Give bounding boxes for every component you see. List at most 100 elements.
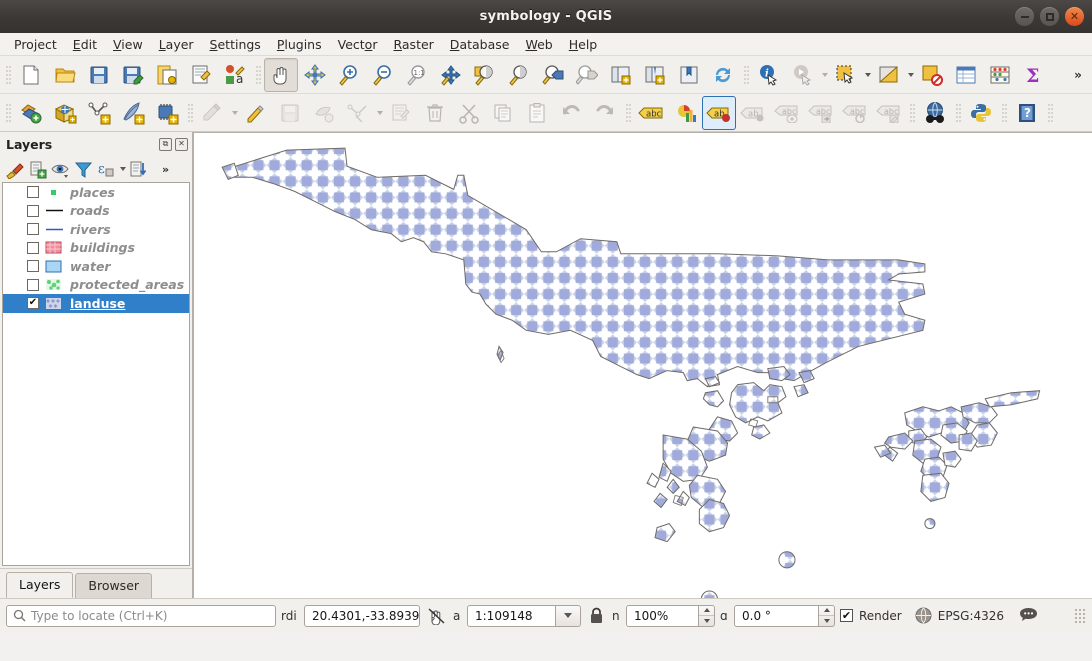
coordinate-field[interactable]: 20.4301,-33.8939: [304, 605, 420, 627]
scale-combo[interactable]: 1:109148: [467, 605, 581, 627]
new-geopackage-layer-button[interactable]: [48, 96, 82, 130]
layer-checkbox[interactable]: [27, 260, 39, 272]
open-project-button[interactable]: [48, 58, 82, 92]
field-calculator-button[interactable]: [983, 58, 1017, 92]
map-canvas-container[interactable]: [193, 132, 1092, 598]
pin-labels-button[interactable]: ab: [702, 96, 736, 130]
lock-icon[interactable]: [586, 607, 607, 624]
save-layer-edits-button[interactable]: [273, 96, 307, 130]
layer-item-roads[interactable]: roads: [3, 202, 189, 221]
cut-features-button[interactable]: [452, 96, 486, 130]
modify-attributes-button[interactable]: [384, 96, 418, 130]
copy-features-button[interactable]: [486, 96, 520, 130]
crs-status[interactable]: EPSG:4326: [915, 607, 1004, 624]
delete-selected-button[interactable]: [418, 96, 452, 130]
layer-item-rivers[interactable]: rivers: [3, 220, 189, 239]
add-vector-layer-button[interactable]: [14, 96, 48, 130]
tab-browser[interactable]: Browser: [75, 573, 152, 598]
new-project-button[interactable]: [14, 58, 48, 92]
new-3d-map-view-button[interactable]: [638, 58, 672, 92]
menu-vector[interactable]: Vector: [330, 35, 386, 54]
layer-tree[interactable]: places roads rivers buildi: [2, 182, 190, 566]
layer-checkbox[interactable]: [27, 205, 39, 217]
zoom-next-button[interactable]: [570, 58, 604, 92]
layers-panel-overflow-button[interactable]: »: [154, 158, 177, 180]
layout-manager-button[interactable]: [184, 58, 218, 92]
layer-diagram-button[interactable]: [668, 96, 702, 130]
magnifier-decrease[interactable]: [699, 615, 714, 626]
layer-item-water[interactable]: water: [3, 257, 189, 276]
identify-features-button[interactable]: i: [752, 58, 786, 92]
style-manager-button[interactable]: a: [218, 58, 252, 92]
coordinate-capture-icon[interactable]: [425, 607, 448, 625]
menu-layer[interactable]: Layer: [151, 35, 202, 54]
resize-grip[interactable]: [1074, 608, 1086, 624]
layer-item-buildings[interactable]: buildings: [3, 239, 189, 258]
rotation-spinner[interactable]: 0.0 °: [734, 605, 835, 627]
toggle-editing-button[interactable]: [239, 96, 273, 130]
new-shapefile-layer-button[interactable]: [82, 96, 116, 130]
render-checkbox-box[interactable]: ✔: [840, 609, 853, 622]
highlight-pinned-labels-button[interactable]: abc: [770, 96, 804, 130]
current-edits-dropdown[interactable]: [230, 96, 239, 130]
zoom-out-button[interactable]: [366, 58, 400, 92]
vertex-tool-dropdown[interactable]: [375, 96, 384, 130]
toolbar2-grip-4[interactable]: [908, 100, 916, 126]
paste-features-button[interactable]: [520, 96, 554, 130]
main-toolbar-overflow-button[interactable]: »: [1066, 58, 1090, 92]
maximize-button[interactable]: [1040, 7, 1059, 26]
zoom-last-button[interactable]: [536, 58, 570, 92]
render-checkbox[interactable]: ✔ Render: [840, 609, 902, 623]
pan-to-selection-button[interactable]: [298, 58, 332, 92]
funnel-icon[interactable]: [72, 158, 95, 180]
rotation-increase[interactable]: [819, 606, 834, 616]
rotation-value[interactable]: 0.0 °: [734, 605, 818, 627]
zoom-to-selection-button[interactable]: [468, 58, 502, 92]
new-print-layout-button[interactable]: [150, 58, 184, 92]
change-label-button[interactable]: abc: [872, 96, 906, 130]
current-edits-button[interactable]: [196, 96, 230, 130]
layer-checkbox[interactable]: [27, 186, 39, 198]
magnifier-value[interactable]: 100%: [626, 605, 698, 627]
add-feature-button[interactable]: [307, 96, 341, 130]
deselect-features-button[interactable]: [915, 58, 949, 92]
chevron-down-icon[interactable]: [555, 605, 581, 627]
menu-raster[interactable]: Raster: [385, 35, 441, 54]
rotate-label-button[interactable]: abc: [838, 96, 872, 130]
metasearch-button[interactable]: [918, 96, 952, 130]
layer-checkbox[interactable]: [27, 223, 39, 235]
select-by-expression-button[interactable]: [872, 58, 906, 92]
messages-bubble-icon[interactable]: [1019, 607, 1038, 624]
eye-icon[interactable]: [49, 158, 72, 180]
toolbar-grip[interactable]: [4, 62, 12, 88]
toolbar2-grip[interactable]: [4, 100, 12, 126]
layer-labeling-button[interactable]: abc: [634, 96, 668, 130]
toolbar2-grip-3[interactable]: [624, 100, 632, 126]
epsilon-icon[interactable]: ε: [95, 158, 118, 180]
menu-help[interactable]: Help: [561, 35, 606, 54]
toolbar-grip-2[interactable]: [254, 62, 262, 88]
redo-button[interactable]: [588, 96, 622, 130]
menu-settings[interactable]: Settings: [202, 35, 269, 54]
open-attribute-table-button[interactable]: [949, 58, 983, 92]
close-button[interactable]: ✕: [1065, 7, 1084, 26]
map-canvas[interactable]: [194, 133, 1092, 598]
layer-item-landuse[interactable]: ✔ landuse: [3, 294, 189, 313]
new-spatialite-layer-button[interactable]: [116, 96, 150, 130]
zoom-native-button[interactable]: 1:1: [400, 58, 434, 92]
layer-item-protected-areas[interactable]: protected_areas: [3, 276, 189, 295]
expand-all-icon[interactable]: [127, 158, 150, 180]
menu-edit[interactable]: Edit: [65, 35, 105, 54]
close-panel-icon[interactable]: ✕: [175, 138, 188, 151]
scale-value[interactable]: 1:109148: [467, 605, 555, 627]
vertex-tool-button[interactable]: [341, 96, 375, 130]
show-hide-labels-button[interactable]: ab: [736, 96, 770, 130]
python-console-button[interactable]: [964, 96, 998, 130]
pan-map-button[interactable]: [264, 58, 298, 92]
select-by-expression-dropdown[interactable]: [906, 58, 915, 92]
toolbar2-grip-5[interactable]: [954, 100, 962, 126]
layer-checkbox[interactable]: [27, 242, 39, 254]
menu-plugins[interactable]: Plugins: [269, 35, 330, 54]
select-features-dropdown[interactable]: [863, 58, 872, 92]
rotation-decrease[interactable]: [819, 615, 834, 626]
